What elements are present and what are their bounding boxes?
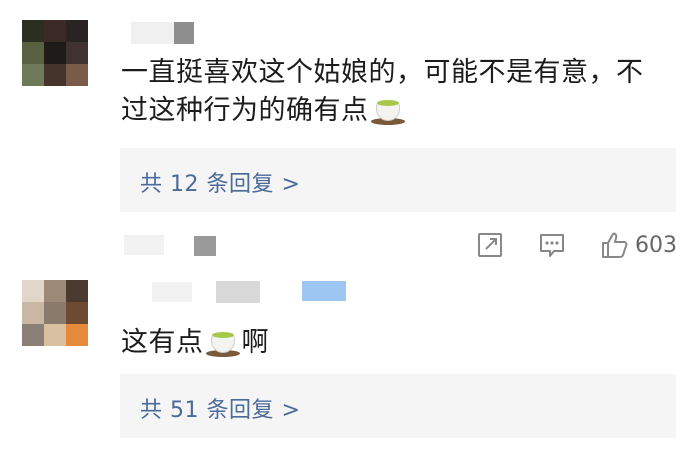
comment-text: 这有点 啊	[121, 324, 269, 362]
avatar-pixel	[66, 64, 88, 86]
share-icon[interactable]	[475, 230, 505, 260]
avatar-pixel	[44, 64, 66, 86]
avatar-pixel	[66, 302, 88, 324]
comment-text-part: 啊	[241, 327, 269, 358]
avatar-pixel	[66, 20, 88, 42]
comment-icon[interactable]	[537, 230, 567, 260]
view-replies-link[interactable]: 共 51 条回复 >	[140, 392, 300, 424]
avatar-pixel	[44, 42, 66, 64]
avatar-pixel	[22, 64, 44, 86]
username-blurred[interactable]	[152, 282, 192, 302]
reply-box[interactable]: 共 51 条回复 >	[120, 374, 676, 438]
comment-text: 一直挺喜欢这个姑娘的，可能不是有意，不 过这种行为的确有点	[121, 54, 644, 130]
avatar-pixel	[44, 302, 66, 324]
avatar-pixel	[66, 280, 88, 302]
avatar-pixel	[44, 324, 66, 346]
thumbs-up-icon[interactable]	[599, 230, 629, 260]
username-blurred[interactable]	[302, 281, 346, 301]
avatar-pixel	[66, 324, 88, 346]
avatar-pixel	[44, 280, 66, 302]
view-replies-link[interactable]: 共 12 条回复 >	[140, 166, 300, 198]
comment-text-part: 过这种行为的确有点	[121, 95, 369, 126]
tea-emoji-icon	[370, 95, 405, 125]
like-count: 603	[635, 232, 677, 258]
timestamp-blurred	[124, 235, 164, 255]
avatar-pixel	[44, 20, 66, 42]
comment-line: 一直挺喜欢这个姑娘的，可能不是有意，不	[121, 57, 644, 88]
avatar-pixel	[22, 20, 44, 42]
tea-emoji-icon	[205, 327, 240, 357]
username-blurred[interactable]	[216, 281, 260, 303]
avatar-pixel	[22, 302, 44, 324]
timestamp-blurred	[194, 236, 216, 256]
avatar-pixel	[66, 42, 88, 64]
avatar[interactable]	[22, 280, 88, 346]
avatar-pixel	[22, 42, 44, 64]
comment-line: 过这种行为的确有点	[121, 92, 644, 130]
username-blurred[interactable]	[174, 22, 194, 44]
username-blurred[interactable]	[131, 22, 175, 44]
avatar-pixel	[22, 280, 44, 302]
avatar[interactable]	[22, 20, 88, 86]
comment-actions: 603	[443, 228, 677, 262]
comment-text-part: 这有点	[121, 327, 204, 358]
avatar-pixel	[22, 324, 44, 346]
reply-box[interactable]: 共 12 条回复 >	[120, 148, 676, 212]
